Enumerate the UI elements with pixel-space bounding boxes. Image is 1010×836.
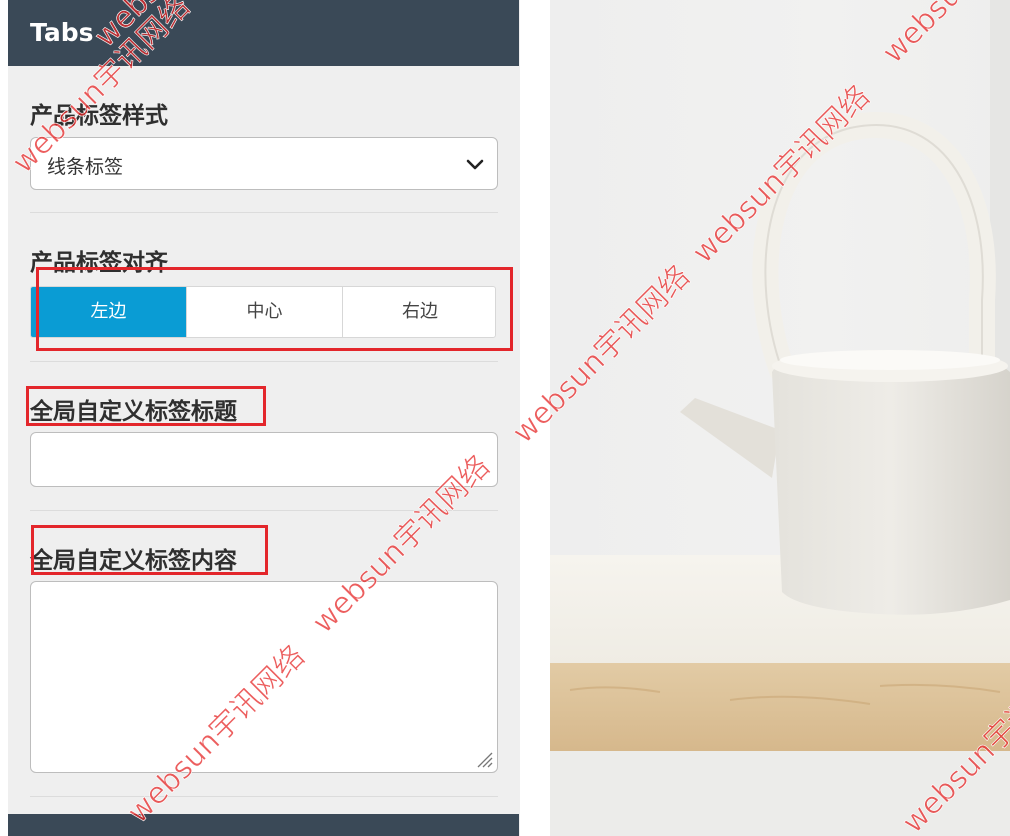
highlight-box [31, 525, 268, 575]
panel-header: Tabs [8, 0, 519, 66]
highlight-box [26, 386, 266, 426]
resize-handle-icon[interactable] [475, 750, 493, 768]
divider [30, 796, 498, 797]
style-label: 产品标签样式 [30, 103, 168, 129]
next-section-header[interactable] [8, 814, 519, 836]
panel-title: Tabs [30, 18, 94, 47]
teapot-illustration [550, 0, 1010, 836]
divider [30, 510, 498, 511]
highlight-box [36, 267, 513, 351]
divider [30, 212, 498, 213]
style-select-value: 线条标签 [47, 156, 124, 178]
product-preview-image [550, 0, 1010, 836]
chevron-down-icon [466, 159, 484, 170]
tab-title-input[interactable] [30, 432, 498, 487]
tab-content-textarea[interactable] [30, 581, 498, 773]
divider [30, 361, 498, 362]
style-select[interactable]: 线条标签 [30, 137, 498, 190]
